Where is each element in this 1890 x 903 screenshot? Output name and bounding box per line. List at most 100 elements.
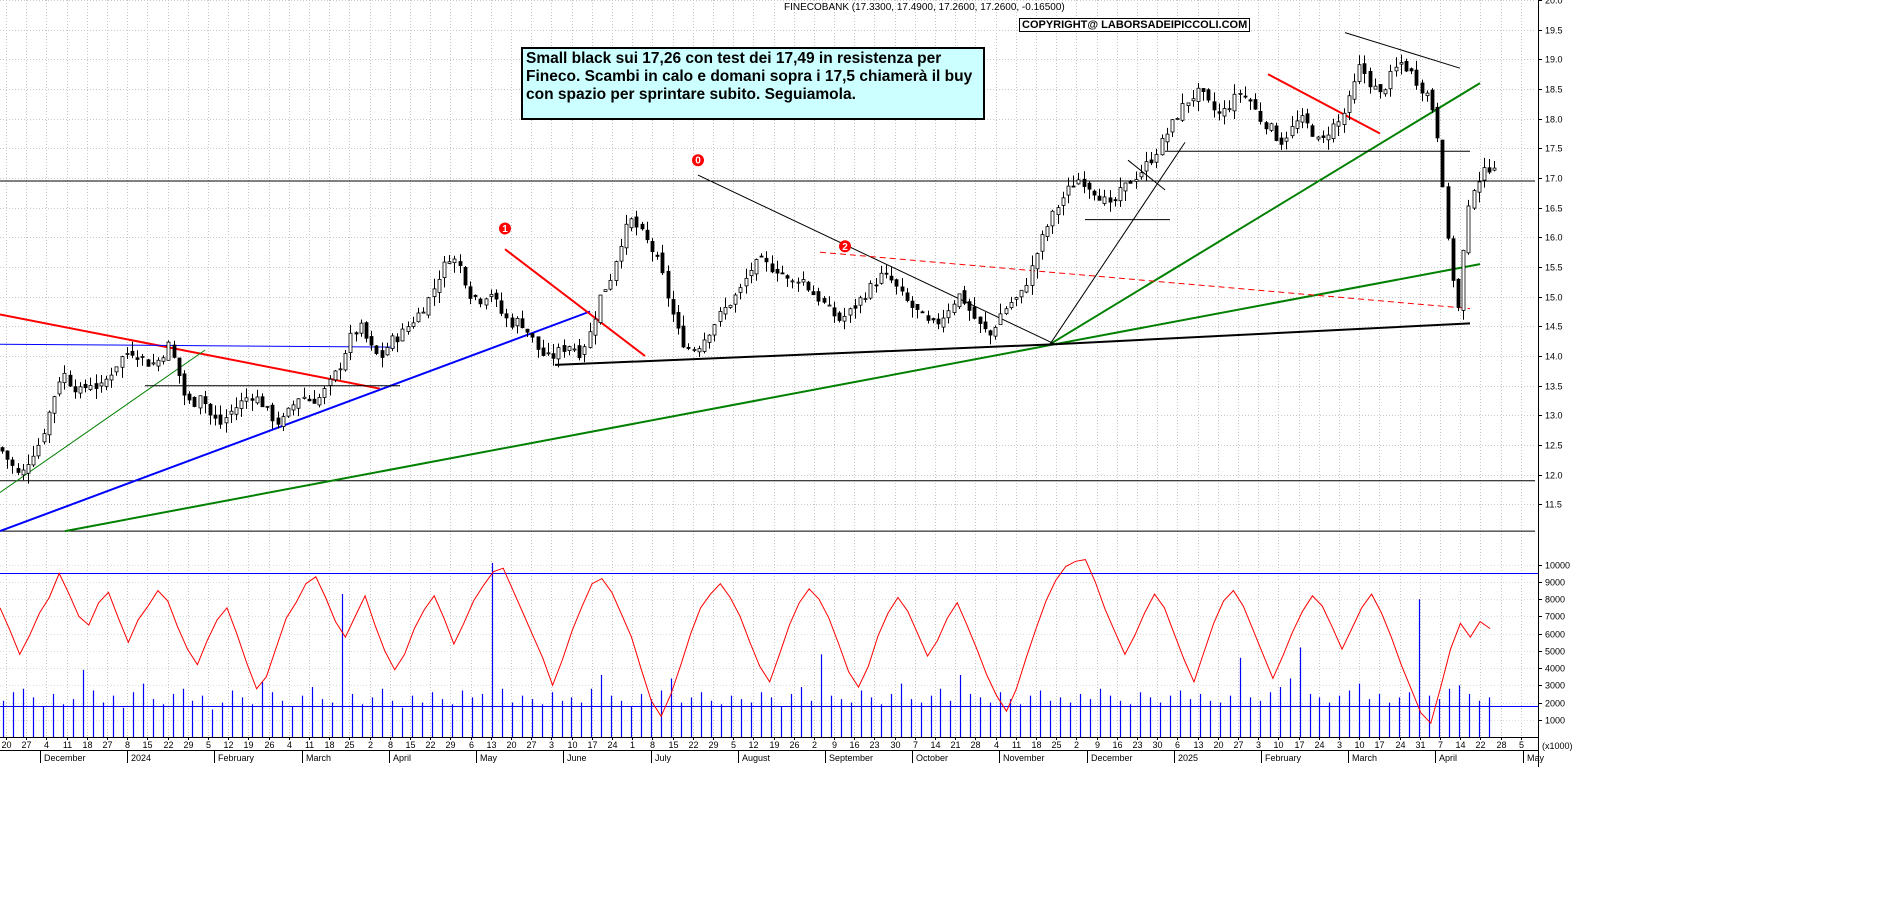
- candle-body: [16, 468, 21, 473]
- candle-body: [447, 261, 452, 264]
- candle-body: [1123, 182, 1128, 192]
- x-tick-label: 30: [890, 740, 900, 750]
- candle-body: [655, 254, 660, 257]
- candle-body: [536, 336, 541, 350]
- candle-body: [1113, 199, 1118, 202]
- y-tick-label: 14.5: [1545, 322, 1563, 332]
- candle-body: [1009, 302, 1014, 309]
- candle-body: [712, 324, 717, 336]
- candle-body: [151, 362, 156, 365]
- candle-body: [1451, 238, 1456, 281]
- candle-body: [588, 331, 593, 348]
- candle-body: [411, 322, 416, 327]
- candle-body: [239, 400, 244, 409]
- candle-body: [421, 311, 426, 314]
- candle-body: [619, 246, 624, 262]
- trend-line-green-thin-2024: [0, 349, 206, 493]
- candle-body: [172, 344, 177, 358]
- y-tick-label: 17.5: [1545, 144, 1563, 154]
- vol-tick-label: 7000: [1545, 612, 1565, 622]
- candle-body: [1191, 98, 1196, 102]
- x-tick-label: 22: [163, 740, 173, 750]
- candle-body: [182, 373, 187, 396]
- x-tick-label: 18: [82, 740, 92, 750]
- candle-body: [832, 307, 837, 317]
- x-tick-label: 15: [668, 740, 678, 750]
- candle-body: [1160, 137, 1165, 156]
- candle-body: [1482, 167, 1487, 181]
- candle-body: [624, 223, 629, 249]
- candle-body: [593, 318, 598, 336]
- candle-body: [702, 339, 707, 352]
- candle-body: [437, 278, 442, 293]
- x-tick-label: 10: [1273, 740, 1283, 750]
- candle-body: [572, 348, 577, 351]
- candle-body: [790, 280, 795, 283]
- x-month-label: March: [1352, 753, 1377, 763]
- candle-body: [775, 268, 780, 274]
- candle-body: [780, 272, 785, 275]
- x-tick-label: 27: [21, 740, 31, 750]
- candle-body: [676, 311, 681, 329]
- candle-body: [1440, 139, 1445, 188]
- vol-tick-label: 4000: [1545, 664, 1565, 674]
- candle-body: [1383, 89, 1388, 95]
- candle-body: [1076, 179, 1081, 185]
- copyright-label: COPYRIGHT@ LABORSADEIPICCOLI.COM: [1019, 18, 1251, 32]
- candle-body: [1128, 180, 1133, 184]
- candle-body: [1232, 93, 1237, 112]
- wave-label-text: 0: [695, 156, 701, 167]
- candle-body: [343, 353, 348, 371]
- x-tick-label: 4: [994, 740, 999, 750]
- candle-body: [811, 291, 816, 296]
- vol-tick-label: 6000: [1545, 630, 1565, 640]
- candle-body: [52, 396, 57, 414]
- y-tick-label: 19.5: [1545, 26, 1563, 36]
- x-tick-label: 9: [832, 740, 837, 750]
- candle-body: [1378, 84, 1383, 93]
- candle-body: [1045, 226, 1050, 237]
- candle-body: [1435, 106, 1440, 139]
- candle-body: [816, 291, 821, 302]
- candle-body: [608, 279, 613, 290]
- x-tick-label: 8: [650, 740, 655, 750]
- candle-body: [499, 300, 504, 314]
- candle-body: [952, 303, 957, 313]
- x-month-label: 2025: [1178, 753, 1198, 763]
- candle-body: [270, 404, 275, 422]
- candle-body: [1362, 63, 1367, 74]
- candle-body: [234, 407, 239, 415]
- candle-body: [1425, 92, 1430, 97]
- candle-body: [629, 218, 634, 229]
- candle-body: [463, 266, 468, 286]
- candle-body: [442, 261, 447, 278]
- candle-body: [260, 396, 265, 408]
- candle-body: [1409, 68, 1414, 72]
- candle-body: [114, 366, 119, 373]
- candle-body: [250, 398, 255, 401]
- candle-body: [874, 284, 879, 287]
- candle-body: [312, 398, 317, 404]
- candle-body: [744, 277, 749, 287]
- x-tick-label: 10: [1354, 740, 1364, 750]
- candle-body: [1030, 265, 1035, 286]
- y-tick-label: 18.0: [1545, 115, 1563, 125]
- x-month-label: October: [916, 753, 948, 763]
- candle-body: [1420, 82, 1425, 94]
- candle-body: [645, 229, 650, 241]
- candle-body: [577, 345, 582, 359]
- x-tick-label: 9: [1095, 740, 1100, 750]
- candle-body: [395, 336, 400, 343]
- candle-body: [983, 321, 988, 330]
- candle-body: [1258, 110, 1263, 122]
- candle-body: [1248, 99, 1253, 102]
- candle-body: [1165, 133, 1170, 143]
- candle-body: [416, 312, 421, 323]
- y-tick-label: 16.5: [1545, 204, 1563, 214]
- candle-body: [879, 272, 884, 284]
- y-tick-label: 11.5: [1545, 500, 1562, 510]
- candle-body: [520, 318, 525, 329]
- x-tick-label: 7: [913, 740, 918, 750]
- trend-line-red-dashed: [819, 251, 1471, 310]
- x-tick-label: 28: [970, 740, 980, 750]
